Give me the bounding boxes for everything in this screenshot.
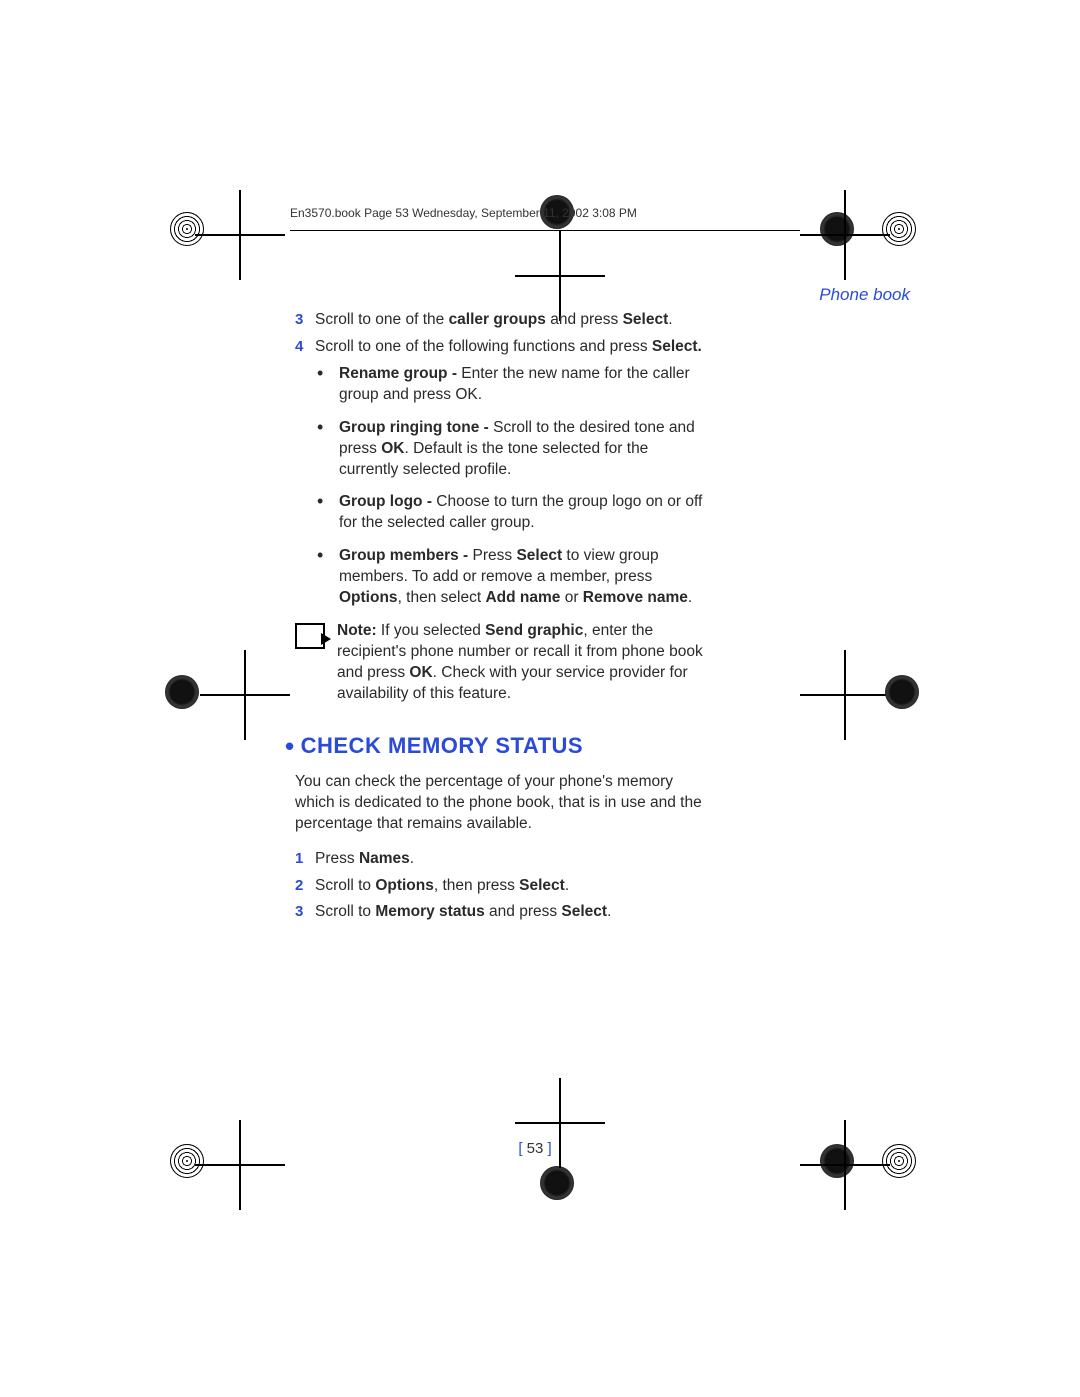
- bullet-dot: •: [317, 364, 339, 406]
- page-number: [ 53 ]: [160, 1140, 910, 1157]
- step-number: 3: [295, 310, 315, 331]
- bullet-list: • Rename group - Enter the new name for …: [317, 364, 710, 609]
- step-number: 2: [295, 876, 315, 897]
- heading-bullet-icon: •: [285, 731, 295, 761]
- step-body: Scroll to one of the following functions…: [315, 337, 710, 358]
- page-content-area: Phone book 3 Scroll to one of the caller…: [160, 195, 910, 1165]
- reg-mark-blob: [540, 1166, 574, 1200]
- bullet-item: • Group ringing tone - Scroll to the des…: [317, 418, 710, 481]
- bullet-dot: •: [317, 418, 339, 481]
- paragraph: You can check the percentage of your pho…: [295, 772, 710, 835]
- note-icon: [295, 623, 325, 649]
- bullet-dot: •: [317, 492, 339, 534]
- bullet-item: • Group logo - Choose to turn the group …: [317, 492, 710, 534]
- step-number: 1: [295, 849, 315, 870]
- step-4: 4 Scroll to one of the following functio…: [295, 337, 710, 358]
- step-3: 3 Scroll to one of the caller groups and…: [295, 310, 710, 331]
- step-number: 4: [295, 337, 315, 358]
- step-number: 3: [295, 902, 315, 923]
- bullet-item: • Group members - Press Select to view g…: [317, 546, 710, 609]
- mem-step-3: 3 Scroll to Memory status and press Sele…: [295, 902, 710, 923]
- mem-step-1: 1 Press Names.: [295, 849, 710, 870]
- bullet-item: • Rename group - Enter the new name for …: [317, 364, 710, 406]
- note-block: Note: If you selected Send graphic, ente…: [295, 621, 710, 705]
- heading-check-memory: •CHECK MEMORY STATUS: [285, 727, 710, 762]
- section-header: Phone book: [819, 285, 910, 305]
- bullet-dot: •: [317, 546, 339, 609]
- body-content: 3 Scroll to one of the caller groups and…: [295, 310, 710, 929]
- mem-step-2: 2 Scroll to Options, then press Select.: [295, 876, 710, 897]
- step-body: Scroll to one of the caller groups and p…: [315, 310, 710, 331]
